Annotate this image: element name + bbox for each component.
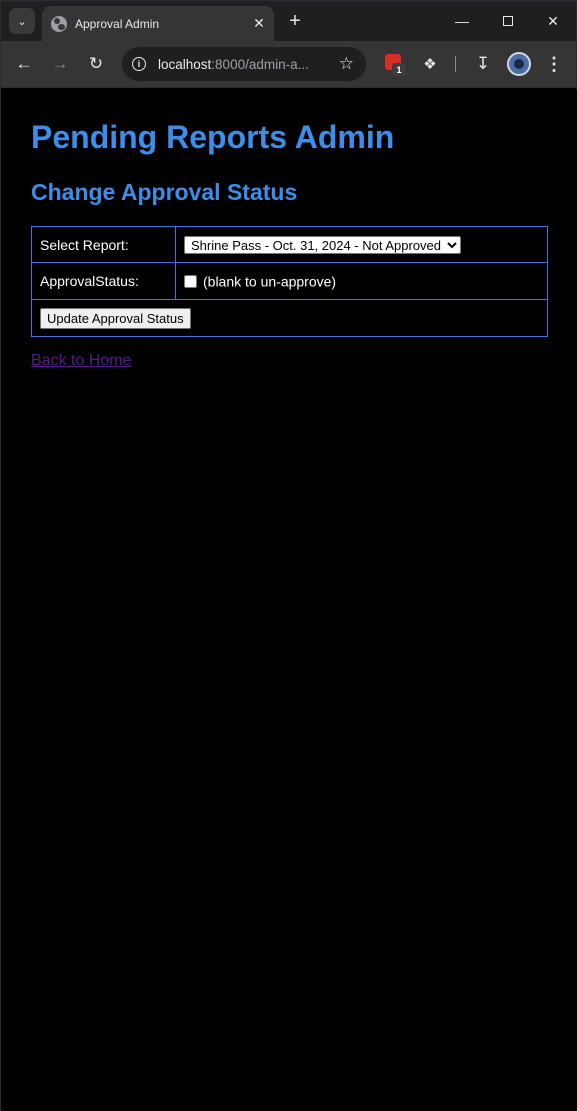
report-select[interactable]: Shrine Pass - Oct. 31, 2024 - Not Approv…	[184, 235, 461, 254]
approval-checkbox[interactable]	[184, 275, 197, 289]
report-label: Select Report:	[31, 226, 176, 263]
approval-form-table: Select Report: Shrine Pass - Oct. 31, 20…	[31, 226, 548, 337]
new-tab-plus-icon[interactable]: +	[283, 9, 307, 33]
window-minimize-icon[interactable]: —	[447, 7, 477, 35]
bookmark-star-icon[interactable]: ☆	[339, 54, 354, 74]
profile-avatar[interactable]	[507, 52, 531, 76]
tab-close-icon[interactable]: ✕	[249, 14, 269, 34]
reload-icon[interactable]: ↻	[83, 51, 109, 77]
page-title: Pending Reports Admin	[31, 119, 395, 155]
url-host: localhost	[158, 56, 212, 72]
extensions-puzzle-icon[interactable]: ❖	[419, 53, 441, 75]
browser-menu-kebab-icon[interactable]: ⋮	[544, 52, 564, 76]
toolbar-divider	[455, 56, 456, 72]
browser-window: ⌄ Approval Admin ✕ + — ✕ ← → ↻ i localho…	[0, 0, 577, 1111]
site-info-icon[interactable]: i	[128, 53, 150, 75]
download-icon[interactable]: ↧	[471, 51, 495, 77]
back-arrow-icon[interactable]: ←	[11, 51, 37, 77]
approval-hint: (blank to un-approve)	[203, 273, 337, 290]
section-heading: Change Approval Status	[31, 179, 298, 205]
update-approval-button[interactable]: Update Approval Status	[40, 307, 191, 329]
extension-badge: 1	[392, 63, 406, 76]
form-row-approval: ApprovalStatus: (blank to un-approve)	[31, 262, 548, 300]
back-to-home-link[interactable]: Back to Home	[31, 352, 131, 370]
url-path: :8000/admin-a...	[211, 56, 309, 72]
form-row-report: Select Report: Shrine Pass - Oct. 31, 20…	[31, 226, 548, 263]
tab-title: Approval Admin	[75, 16, 160, 31]
address-bar[interactable]: i localhost:8000/admin-a... ☆	[122, 47, 366, 81]
active-tab[interactable]: Approval Admin ✕	[42, 6, 274, 41]
url-text[interactable]: localhost:8000/admin-a...	[158, 57, 318, 72]
approval-label: ApprovalStatus:	[31, 262, 176, 300]
globe-icon	[51, 15, 67, 32]
tab-search-chevron-icon[interactable]: ⌄	[9, 8, 35, 34]
window-close-icon[interactable]: ✕	[538, 7, 568, 35]
window-maximize-icon[interactable]	[493, 7, 523, 35]
page-content: Pending Reports Admin Change Approval St…	[2, 89, 577, 1111]
tab-strip: ⌄ Approval Admin ✕ + — ✕	[1, 1, 576, 41]
forward-arrow-icon[interactable]: →	[47, 51, 73, 77]
form-row-submit: Update Approval Status	[31, 299, 548, 337]
